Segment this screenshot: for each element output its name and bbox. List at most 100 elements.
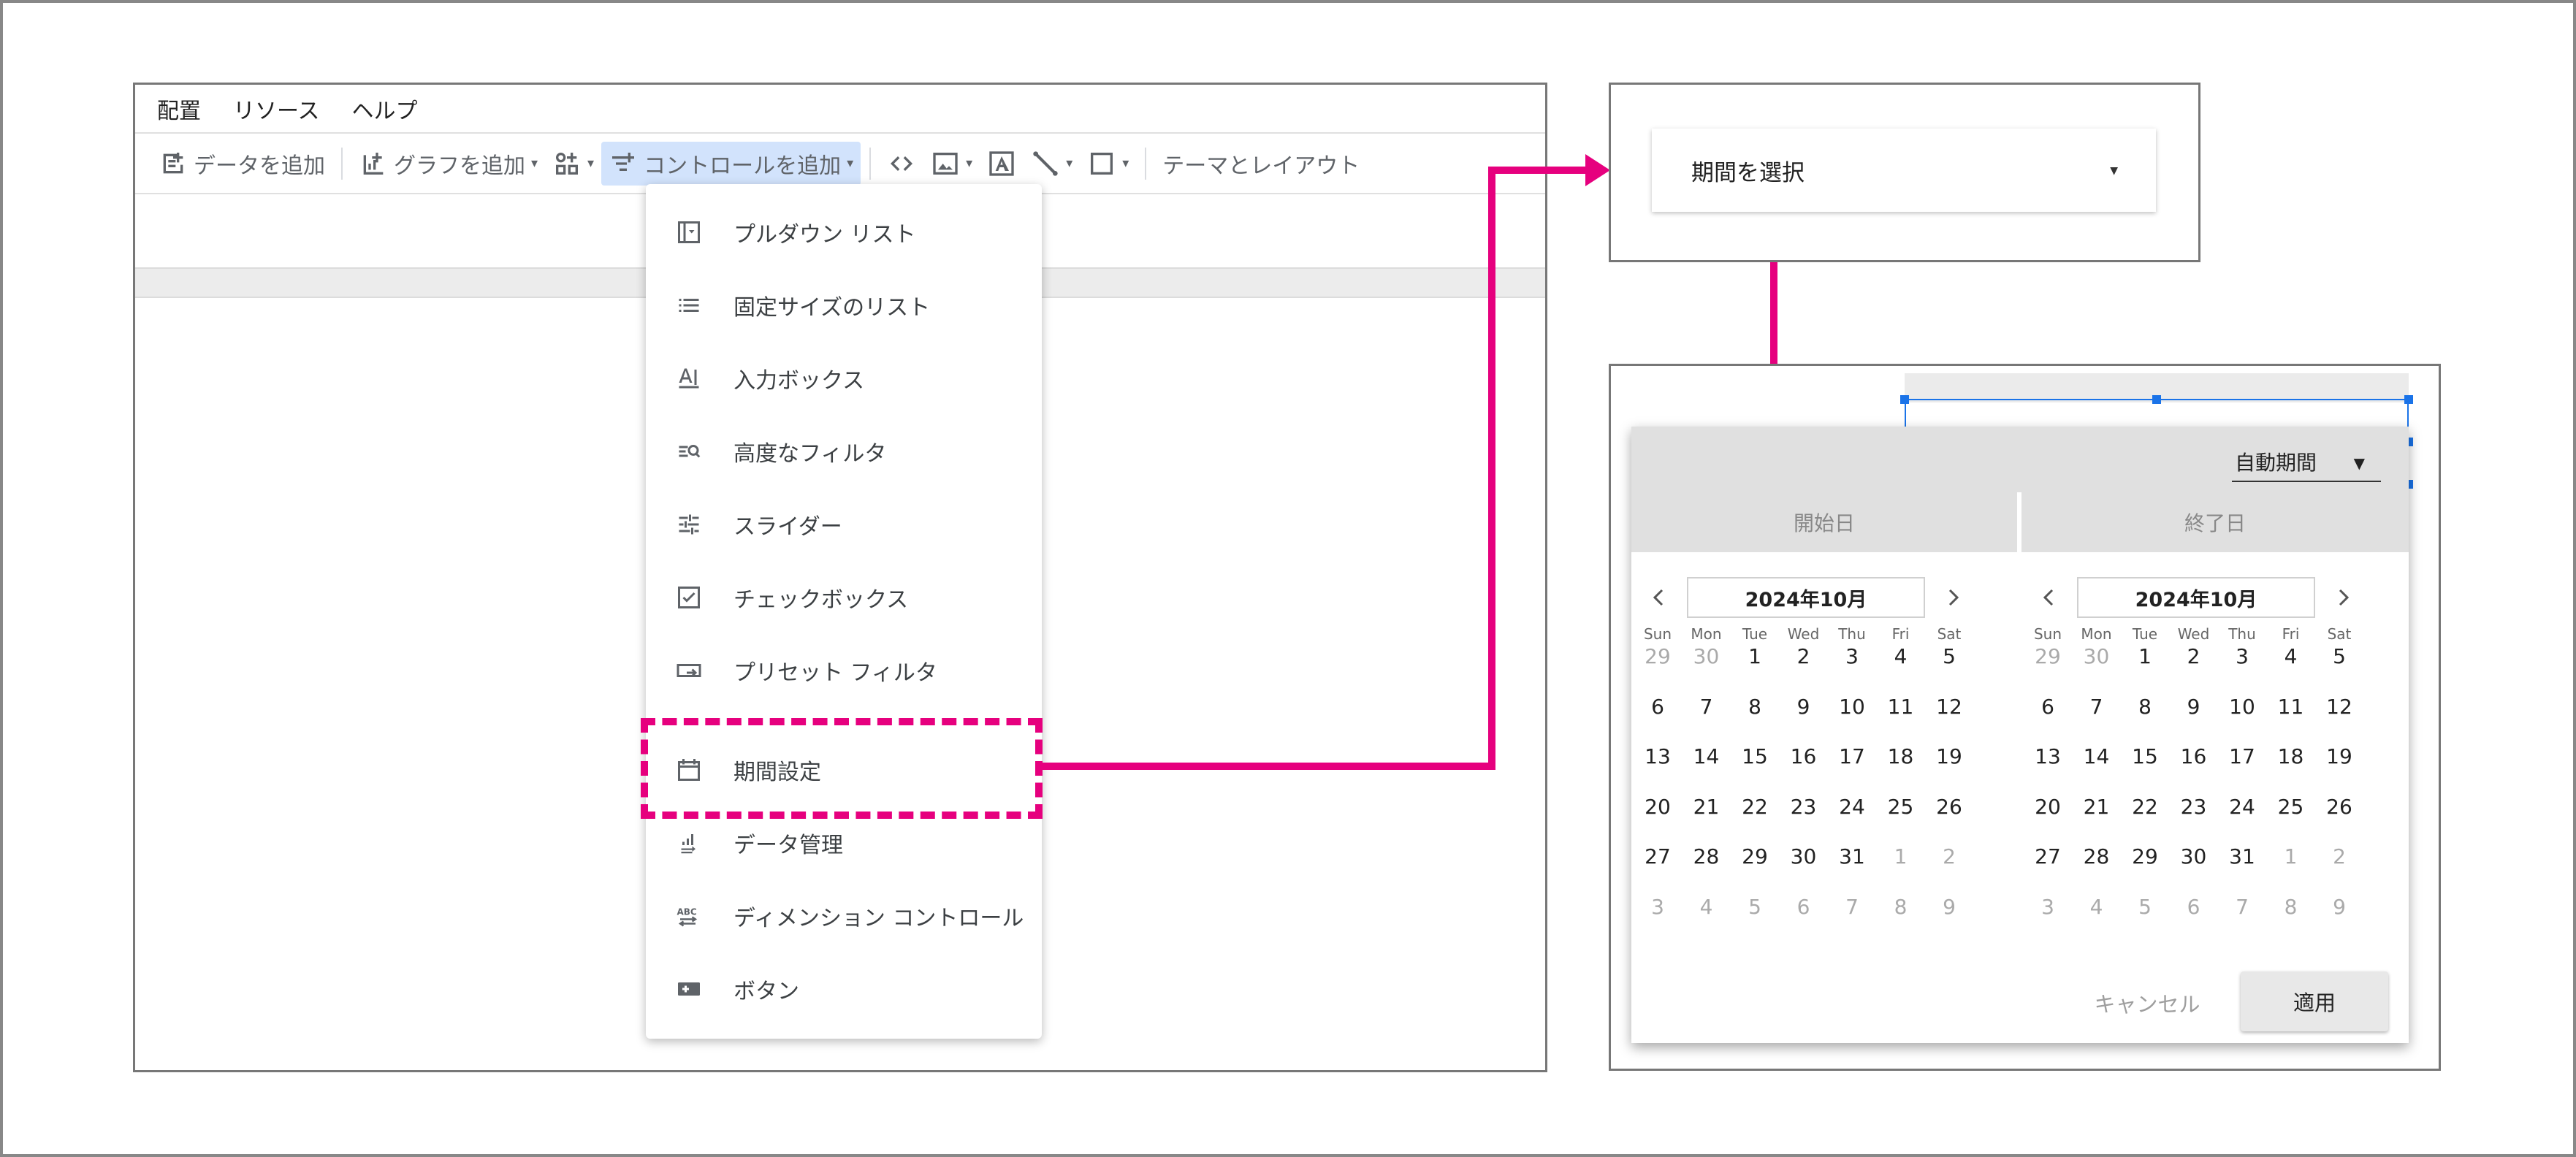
day-cell[interactable]: 1	[1879, 844, 1923, 868]
date-range-selector[interactable]: 期間を選択 ▼	[1652, 129, 2156, 212]
day-cell[interactable]: 1	[1733, 644, 1777, 668]
day-cell[interactable]: 8	[1879, 895, 1923, 919]
day-cell[interactable]: 2	[1927, 844, 1971, 868]
day-cell[interactable]: 7	[2075, 695, 2119, 719]
day-cell[interactable]: 22	[2123, 795, 2167, 819]
day-cell[interactable]: 29	[1636, 644, 1680, 668]
day-cell[interactable]: 21	[2075, 795, 2119, 819]
tab-end-date[interactable]: 終了日	[2021, 492, 2409, 552]
menu-help[interactable]: ヘルプ	[352, 93, 418, 125]
day-cell[interactable]: 19	[2317, 744, 2361, 768]
day-cell[interactable]: 4	[1685, 895, 1729, 919]
add-data-button[interactable]: データを追加	[151, 142, 332, 186]
theme-layout-button[interactable]: テーマとレイアウト	[1155, 142, 1367, 186]
day-cell[interactable]: 2	[2317, 844, 2361, 868]
day-cell[interactable]: 11	[2269, 695, 2313, 719]
day-cell[interactable]: 8	[1733, 695, 1777, 719]
day-cell[interactable]: 9	[2172, 695, 2216, 719]
day-cell[interactable]: 2	[1782, 644, 1826, 668]
text-button[interactable]	[980, 142, 1024, 186]
day-cell[interactable]: 28	[2075, 844, 2119, 868]
day-cell[interactable]: 6	[2026, 695, 2070, 719]
shape-button[interactable]: ▾	[1080, 142, 1136, 186]
day-cell[interactable]: 31	[2220, 844, 2264, 868]
day-cell[interactable]: 16	[1782, 744, 1826, 768]
day-cell[interactable]: 16	[2172, 744, 2216, 768]
day-cell[interactable]: 7	[2220, 895, 2264, 919]
day-cell[interactable]: 23	[1782, 795, 1826, 819]
resize-handle[interactable]	[2404, 395, 2413, 404]
day-cell[interactable]: 18	[2269, 744, 2313, 768]
day-cell[interactable]: 25	[1879, 795, 1923, 819]
day-cell[interactable]: 10	[2220, 695, 2264, 719]
day-cell[interactable]: 6	[1782, 895, 1826, 919]
chevron-left-icon[interactable]	[2035, 583, 2064, 612]
day-cell[interactable]: 30	[1782, 844, 1826, 868]
day-cell[interactable]: 17	[1830, 744, 1874, 768]
day-cell[interactable]: 7	[1830, 895, 1874, 919]
chevron-right-icon[interactable]	[1938, 583, 1967, 612]
day-cell[interactable]: 4	[2269, 644, 2313, 668]
day-cell[interactable]: 3	[1830, 644, 1874, 668]
day-cell[interactable]: 28	[1685, 844, 1729, 868]
add-component-button[interactable]: ▾	[545, 142, 601, 186]
add-control-button[interactable]: コントロールを追加 ▾	[601, 141, 861, 186]
day-cell[interactable]: 14	[2075, 744, 2119, 768]
day-cell[interactable]: 19	[1927, 744, 1971, 768]
menu-item-dimension-control[interactable]: ABC ディメンション コントロール	[646, 879, 1042, 952]
day-cell[interactable]: 1	[2269, 844, 2313, 868]
day-cell[interactable]: 7	[1685, 695, 1729, 719]
menu-item-preset-filter[interactable]: プリセット フィルタ	[646, 634, 1042, 707]
chevron-right-icon[interactable]	[2328, 583, 2358, 612]
add-chart-button[interactable]: グラフを追加 ▾	[351, 142, 545, 186]
day-cell[interactable]: 30	[1685, 644, 1729, 668]
day-cell[interactable]: 5	[1927, 644, 1971, 668]
chevron-left-icon[interactable]	[1645, 583, 1674, 612]
menu-item-dropdown-list[interactable]: プルダウン リスト	[646, 196, 1042, 269]
day-cell[interactable]: 23	[2172, 795, 2216, 819]
line-button[interactable]: ▾	[1024, 142, 1080, 186]
day-cell[interactable]: 24	[2220, 795, 2264, 819]
day-cell[interactable]: 13	[1636, 744, 1680, 768]
day-cell[interactable]: 8	[2269, 895, 2313, 919]
day-cell[interactable]: 9	[1782, 695, 1826, 719]
menu-resource[interactable]: リソース	[233, 93, 320, 125]
day-cell[interactable]: 15	[1733, 744, 1777, 768]
day-cell[interactable]: 20	[2026, 795, 2070, 819]
menu-item-advanced-filter[interactable]: 高度なフィルタ	[646, 415, 1042, 488]
day-cell[interactable]: 6	[2172, 895, 2216, 919]
day-cell[interactable]: 30	[2075, 644, 2119, 668]
image-button[interactable]: ▾	[923, 142, 980, 186]
menu-item-slider[interactable]: スライダー	[646, 488, 1042, 561]
day-cell[interactable]: 12	[2317, 695, 2361, 719]
day-cell[interactable]: 3	[2220, 644, 2264, 668]
day-cell[interactable]: 1	[2123, 644, 2167, 668]
tab-start-date[interactable]: 開始日	[1631, 492, 2017, 552]
day-cell[interactable]: 22	[1733, 795, 1777, 819]
day-cell[interactable]: 29	[1733, 844, 1777, 868]
day-cell[interactable]: 24	[1830, 795, 1874, 819]
menu-item-input-box[interactable]: 入力ボックス	[646, 342, 1042, 415]
menu-item-fixed-list[interactable]: 固定サイズのリスト	[646, 269, 1042, 342]
day-cell[interactable]: 15	[2123, 744, 2167, 768]
day-cell[interactable]: 27	[1636, 844, 1680, 868]
day-cell[interactable]: 29	[2123, 844, 2167, 868]
day-cell[interactable]: 4	[2075, 895, 2119, 919]
day-cell[interactable]: 3	[2026, 895, 2070, 919]
month-label[interactable]: 2024年10月	[2077, 577, 2315, 618]
auto-period-select[interactable]: 自動期間 ▼	[2232, 443, 2381, 482]
day-cell[interactable]: 2	[2172, 644, 2216, 668]
day-cell[interactable]: 25	[2269, 795, 2313, 819]
embed-url-button[interactable]	[880, 142, 923, 186]
menu-arrange[interactable]: 配置	[157, 93, 201, 125]
day-cell[interactable]: 30	[2172, 844, 2216, 868]
resize-handle[interactable]	[1900, 395, 1909, 404]
day-cell[interactable]: 20	[1636, 795, 1680, 819]
day-cell[interactable]: 17	[2220, 744, 2264, 768]
day-cell[interactable]: 11	[1879, 695, 1923, 719]
day-cell[interactable]: 5	[2317, 644, 2361, 668]
day-cell[interactable]: 29	[2026, 644, 2070, 668]
day-cell[interactable]: 3	[1636, 895, 1680, 919]
menu-item-button[interactable]: ボタン	[646, 952, 1042, 1026]
day-cell[interactable]: 6	[1636, 695, 1680, 719]
